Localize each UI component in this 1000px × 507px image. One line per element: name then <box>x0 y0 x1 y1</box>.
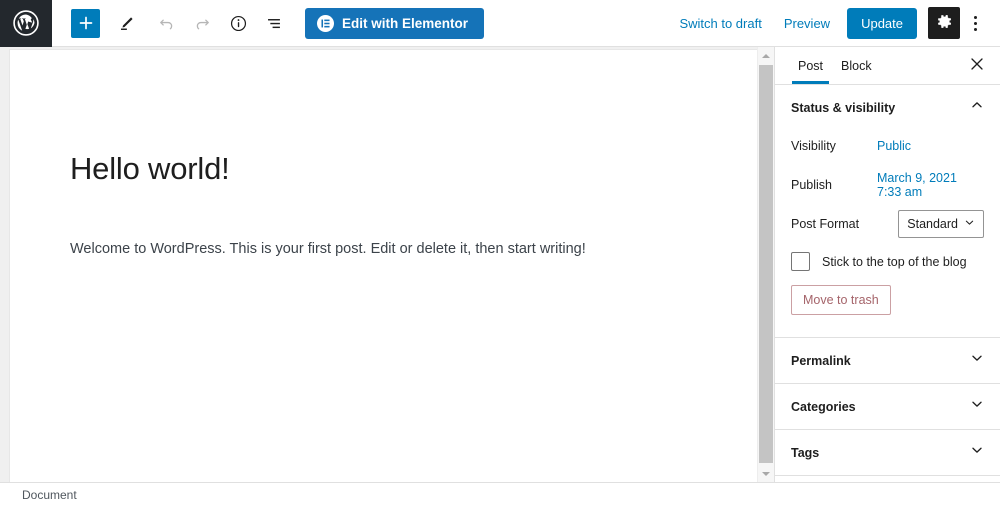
editor-status-bar: Document <box>0 482 1000 507</box>
post-details-button[interactable] <box>220 5 256 41</box>
row-publish: Publish March 9, 2021 7:33 am <box>791 169 984 201</box>
add-block-button[interactable] <box>71 8 100 38</box>
section-status-visibility-body: Visibility Public Publish March 9, 2021 … <box>775 130 1000 337</box>
visibility-value-button[interactable]: Public <box>875 137 913 155</box>
divider <box>775 475 1000 476</box>
scroll-up-arrow-icon <box>762 53 770 58</box>
section-tags-header[interactable]: Tags <box>775 430 1000 475</box>
section-categories-header[interactable]: Categories <box>775 384 1000 429</box>
kebab-menu-icon <box>973 27 977 31</box>
kebab-menu-icon <box>973 15 977 19</box>
scroll-up-button[interactable] <box>758 47 774 64</box>
post-format-select[interactable]: Standard <box>898 210 984 238</box>
row-post-format: Post Format Standard <box>791 208 984 240</box>
preview-button[interactable]: Preview <box>773 10 841 37</box>
row-visibility: Visibility Public <box>791 130 984 162</box>
edit-tool-button[interactable] <box>108 5 144 41</box>
add-block-icon <box>78 15 94 31</box>
visibility-label: Visibility <box>791 139 836 153</box>
toolbar-right-group: Switch to draft Preview Update <box>668 6 1000 40</box>
kebab-menu-icon <box>973 21 977 25</box>
elementor-logo-icon <box>317 14 334 32</box>
sidebar-tablist: Post Block <box>775 47 1000 85</box>
section-status-visibility-title: Status & visibility <box>791 100 896 115</box>
post-title-field[interactable]: Hello world! <box>70 150 230 187</box>
post-format-label: Post Format <box>791 217 860 231</box>
post-format-value: Standard <box>907 217 958 231</box>
edit-pencil-icon <box>117 14 136 33</box>
redo-icon <box>193 14 212 33</box>
publish-date-button[interactable]: March 9, 2021 7:33 am <box>875 169 984 201</box>
edit-with-elementor-button[interactable]: Edit with Elementor <box>305 7 485 39</box>
list-view-icon <box>265 14 284 33</box>
section-tags-title: Tags <box>791 445 820 460</box>
edit-with-elementor-label: Edit with Elementor <box>342 15 469 31</box>
gear-icon <box>936 13 953 33</box>
undo-icon <box>157 14 176 33</box>
chevron-down-icon <box>970 351 984 370</box>
chevron-down-icon <box>970 443 984 462</box>
scroll-down-button[interactable] <box>758 465 774 482</box>
editor-toolbar: Edit with Elementor Switch to draft Prev… <box>0 0 1000 47</box>
settings-button[interactable] <box>928 7 960 39</box>
info-icon <box>229 14 248 33</box>
update-button[interactable]: Update <box>847 7 917 39</box>
settings-sidebar: Post Block Status & visibility Visibilit… <box>774 47 1000 482</box>
redo-button[interactable] <box>184 5 220 41</box>
wordpress-logo-icon <box>13 10 39 36</box>
section-status-visibility-header[interactable]: Status & visibility <box>775 85 1000 130</box>
toolbar-left-group: Edit with Elementor <box>52 5 485 41</box>
row-sticky-post: Stick to the top of the blog <box>791 252 984 271</box>
chevron-up-icon <box>970 98 984 117</box>
sticky-post-checkbox[interactable] <box>791 252 810 271</box>
scroll-down-arrow-icon <box>762 471 770 476</box>
close-icon <box>970 57 984 74</box>
publish-label: Publish <box>791 178 832 192</box>
section-permalink-header[interactable]: Permalink <box>775 338 1000 383</box>
section-categories-title: Categories <box>791 399 856 414</box>
chevron-down-icon <box>970 397 984 416</box>
move-to-trash-button[interactable]: Move to trash <box>791 285 891 315</box>
tab-block[interactable]: Block <box>832 48 881 83</box>
more-options-button[interactable] <box>960 6 990 40</box>
close-sidebar-button[interactable] <box>964 53 990 79</box>
sticky-post-label: Stick to the top of the blog <box>822 254 967 269</box>
undo-button[interactable] <box>148 5 184 41</box>
section-permalink-title: Permalink <box>791 353 851 368</box>
post-paragraph-block[interactable]: Welcome to WordPress. This is your first… <box>70 238 690 261</box>
post-canvas[interactable]: Hello world! Welcome to WordPress. This … <box>10 50 757 482</box>
scrollbar-thumb[interactable] <box>759 65 773 463</box>
switch-to-draft-button[interactable]: Switch to draft <box>668 10 772 37</box>
wordpress-block-editor: Edit with Elementor Switch to draft Prev… <box>0 0 1000 507</box>
document-status-label: Document <box>22 488 77 502</box>
tab-post[interactable]: Post <box>789 48 832 84</box>
chevron-down-icon <box>964 217 975 231</box>
wordpress-logo-button[interactable] <box>0 0 52 47</box>
list-view-button[interactable] <box>256 5 292 41</box>
editor-vertical-scrollbar[interactable] <box>757 47 774 482</box>
editor-canvas-region: Hello world! Welcome to WordPress. This … <box>0 47 774 482</box>
